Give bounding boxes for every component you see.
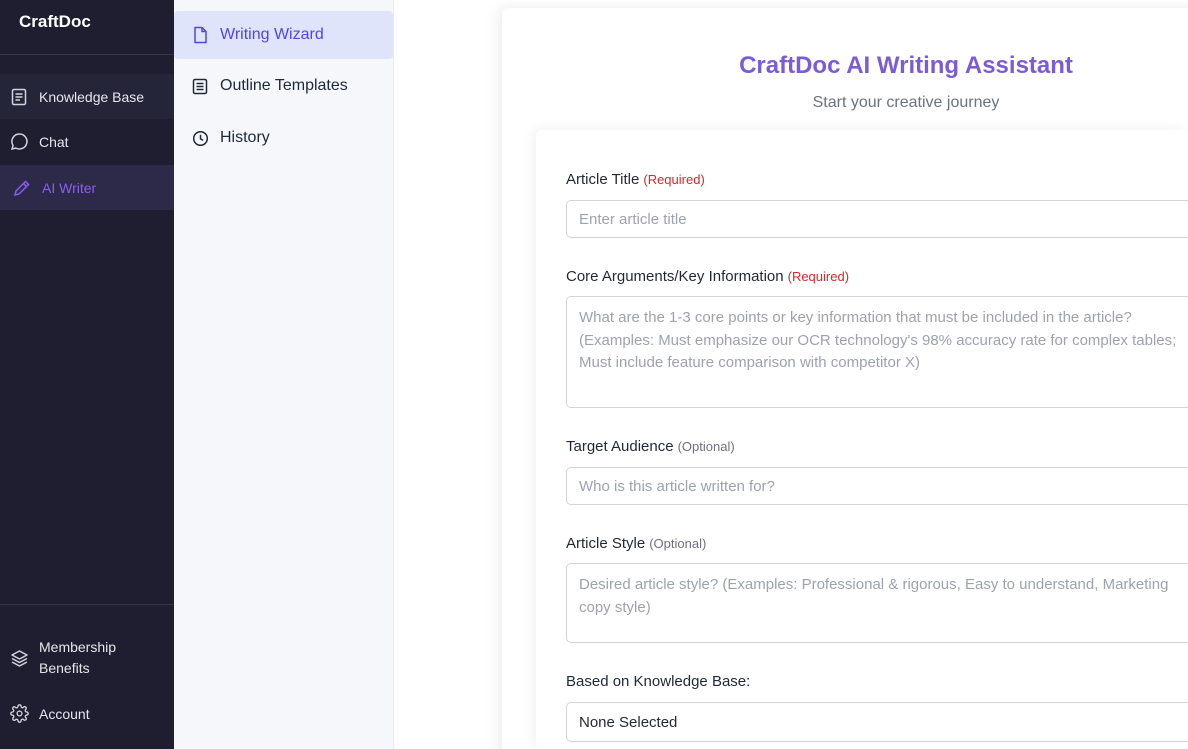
subnav-item-label: History [220,129,270,146]
subnav-item-writing-wizard[interactable]: Writing Wizard [174,11,393,59]
required-tag: (Required) [643,172,705,187]
required-tag: (Required) [787,269,850,284]
sidebar-item-label: AI Writer [42,179,97,196]
sidebar-divider-bottom [0,604,174,605]
target-audience-label: Target Audience (Optional) [566,438,735,455]
sidebar-item-label: Account [39,705,90,722]
writer-subnav: Writing Wizard Outline Templates History [174,0,394,749]
field-label-text: Article Style [566,535,646,552]
field-label-text: Based on Knowledge Base: [566,673,751,690]
template-icon [190,76,210,96]
article-title-input[interactable] [566,200,1188,238]
gear-icon [9,704,29,724]
layers-icon [9,648,29,668]
optional-tag: (Optional) [649,536,707,551]
knowledge-base-select-value: None Selected [579,713,678,731]
sidebar: CraftDoc Knowledge Base Chat AI Writer M… [0,0,174,749]
field-label-text: Core Arguments/Key Information [566,268,784,285]
sidebar-item-label: Membership Benefits [39,639,117,676]
knowledge-base-select[interactable]: None Selected [566,702,1188,742]
sidebar-divider-top [0,54,174,55]
brand-logo[interactable]: CraftDoc [19,12,91,32]
field-label-text: Target Audience [566,438,674,455]
sidebar-item-account[interactable]: Account [0,691,174,736]
clock-icon [190,128,210,148]
page-subtitle: Start your creative journey [812,94,1000,111]
subnav-item-outline-templates[interactable]: Outline Templates [174,62,393,110]
article-title-label: Article Title (Required) [566,171,705,188]
page-title: CraftDoc AI Writing Assistant [739,52,1073,79]
sidebar-item-membership-benefits[interactable]: Membership Benefits [0,636,174,680]
subnav-item-history[interactable]: History [174,114,393,162]
file-icon [190,25,210,45]
field-label-text: Article Title [566,171,640,188]
sidebar-item-knowledge-base[interactable]: Knowledge Base [0,74,174,119]
core-arguments-textarea[interactable] [566,296,1188,408]
subnav-item-label: Outline Templates [220,77,348,94]
optional-tag: (Optional) [677,439,735,454]
sidebar-item-label: Chat [39,133,69,150]
pen-icon [12,178,32,198]
target-audience-input[interactable] [566,467,1188,505]
core-arguments-label: Core Arguments/Key Information (Required) [566,268,849,285]
article-style-textarea[interactable] [566,563,1188,643]
document-icon [9,87,29,107]
subnav-item-label: Writing Wizard [220,26,324,43]
chat-bubble-icon [9,132,29,152]
sidebar-item-label: Knowledge Base [39,88,145,105]
knowledge-base-label: Based on Knowledge Base: [566,673,750,690]
sidebar-item-chat[interactable]: Chat [0,119,174,164]
article-style-label: Article Style (Optional) [566,535,706,552]
sidebar-item-ai-writer[interactable]: AI Writer [0,165,174,210]
